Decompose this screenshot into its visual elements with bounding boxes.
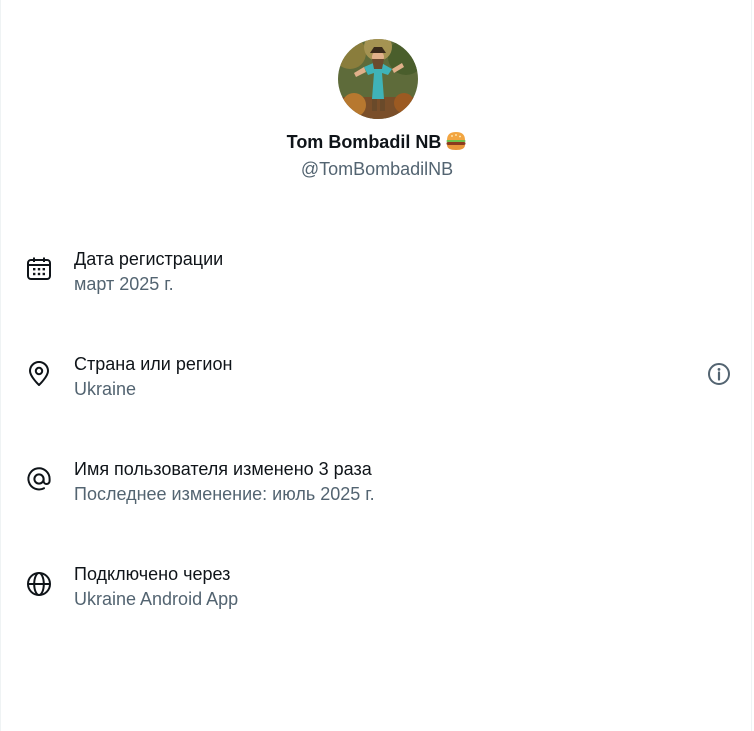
profile-display-name: Tom Bombadil NB [1,130,753,157]
profile-handle: @TomBombadilNB [300,159,454,179]
about-item-value: Ukraine [74,379,137,399]
avatar-image [338,39,418,119]
about-item-title: Подключено через [74,564,231,584]
about-item-connected-via: Подключено через Ukraine Android App [1,562,753,622]
about-item-value: Последнее изменение: июль 2025 г. [74,484,375,504]
about-item-country: Страна или регион Ukraine [1,352,753,412]
about-item-title: Дата регистрации [74,249,224,269]
calendar-icon [25,255,53,283]
at-sign-icon [25,465,53,493]
about-account-panel: Tom Bombadil NB @TomBombadilNB Дата реги… [0,0,752,731]
about-item-registration-date: Дата регистрации март 2025 г. [1,247,753,307]
hamburger-emoji [445,131,467,157]
about-item-title: Страна или регион [74,354,233,374]
info-icon[interactable] [706,361,732,387]
globe-icon [25,570,53,598]
about-item-username-changes: Имя пользователя изменено 3 раза Последн… [1,457,753,517]
location-pin-icon [25,360,53,388]
about-item-title: Имя пользователя изменено 3 раза [74,459,372,479]
avatar[interactable] [338,39,418,119]
display-name-text: Tom Bombadil NB [286,132,442,152]
about-item-value: март 2025 г. [74,274,174,294]
about-item-value: Ukraine Android App [74,589,239,609]
